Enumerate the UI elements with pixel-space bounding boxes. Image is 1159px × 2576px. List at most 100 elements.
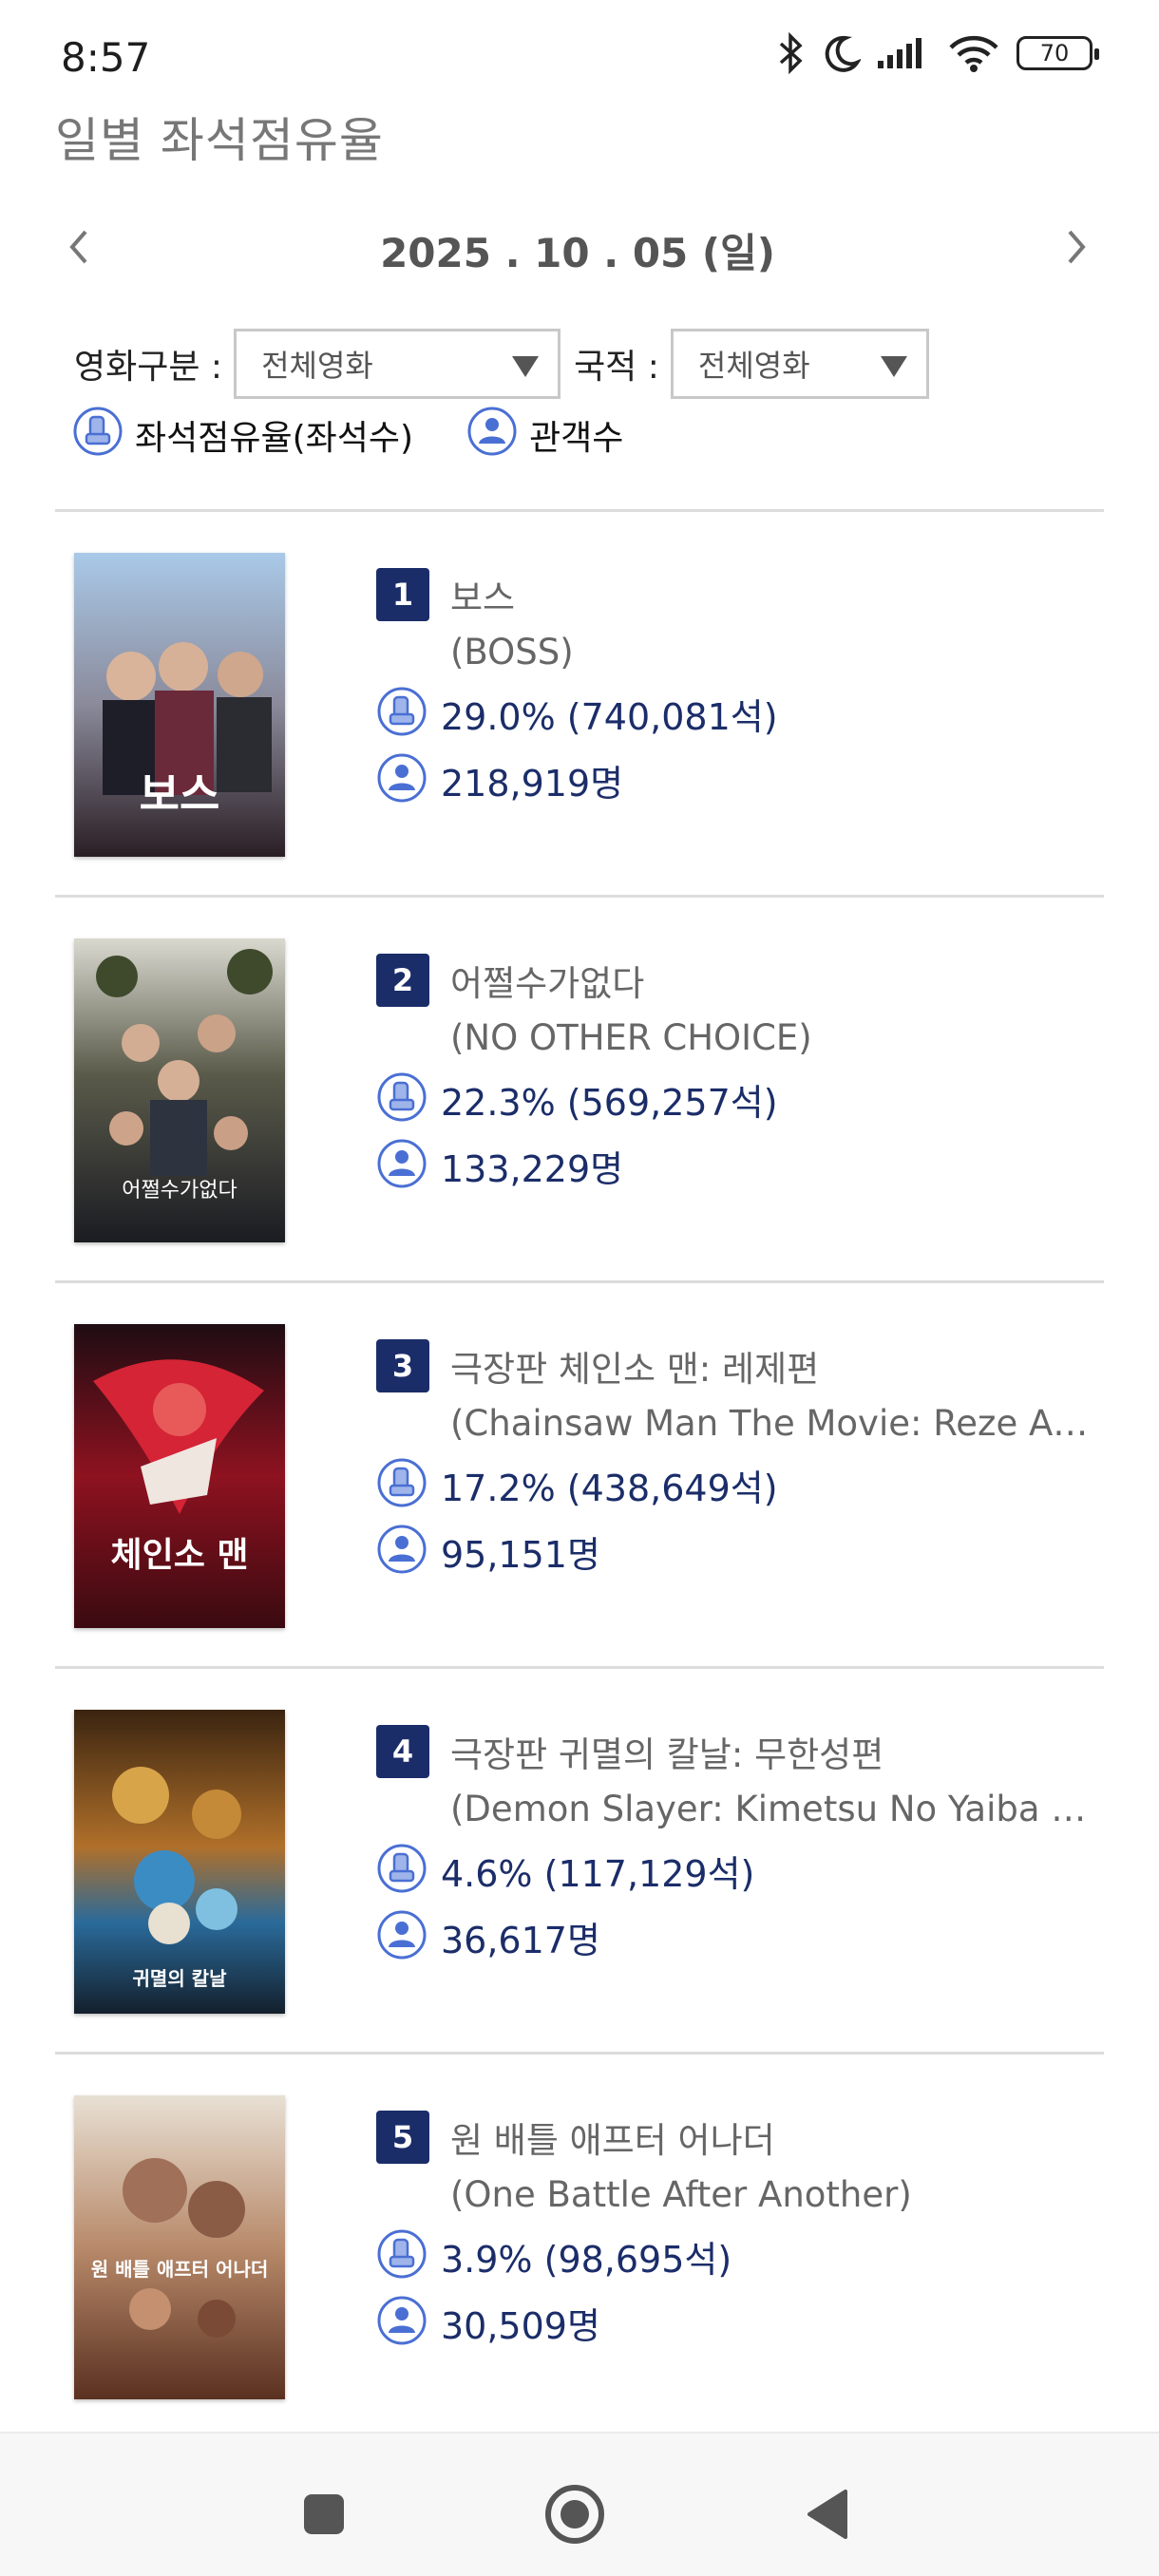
divider bbox=[55, 895, 1104, 898]
movie-poster[interactable]: 귀멸의 칼날 bbox=[74, 1710, 285, 2014]
rank-row: 2 어쩔수가없다 bbox=[376, 952, 1117, 1009]
divider bbox=[55, 1666, 1104, 1669]
page-title: 일별 좌석점유율 bbox=[55, 113, 384, 168]
recent-apps-button[interactable] bbox=[291, 2481, 357, 2548]
movie-title-korean[interactable]: 극장판 체인소 맨: 레제편 bbox=[450, 1340, 819, 1392]
person-icon bbox=[376, 2295, 428, 2350]
legend-audience: 관객수 bbox=[466, 406, 623, 465]
poster-title-text: 체인소 맨 bbox=[110, 1536, 248, 1575]
seat-share-value: 4.6% (117,129석) bbox=[441, 1852, 755, 1895]
legend-audience-label: 관객수 bbox=[529, 419, 624, 458]
movie-info: 3 극장판 체인소 맨: 레제편 (Chainsaw Man The Movie… bbox=[376, 1337, 1117, 1584]
movie-poster[interactable]: 체인소 맨 bbox=[74, 1324, 285, 1628]
square-icon bbox=[304, 2494, 344, 2534]
status-time: 8:57 bbox=[61, 34, 151, 81]
movie-title-english: (One Battle After Another) bbox=[450, 2174, 912, 2215]
movie-title-korean[interactable]: 원 배틀 애프터 어나더 bbox=[450, 2112, 775, 2163]
poster-title-text: 보스 bbox=[140, 768, 220, 820]
seat-icon bbox=[376, 1071, 428, 1127]
battery-level: 70 bbox=[1039, 40, 1070, 66]
movie-title-english: (NO OTHER CHOICE) bbox=[450, 1017, 812, 1058]
signal-icon bbox=[878, 38, 922, 68]
seat-icon bbox=[376, 686, 428, 741]
rank-row: 4 극장판 귀멸의 칼날: 무한성편 bbox=[376, 1723, 1117, 1780]
poster-title-text: 귀멸의 칼날 bbox=[133, 1967, 228, 1990]
audience-value: 36,617명 bbox=[441, 1919, 600, 1961]
divider bbox=[55, 509, 1104, 512]
filter-bar: 영화구분 : 전체영화 국적 : 전체영화 bbox=[74, 329, 929, 399]
system-navigation-bar bbox=[0, 2432, 1159, 2576]
genre-select-value: 전체영화 bbox=[261, 348, 373, 384]
rank-badge: 3 bbox=[376, 1339, 429, 1392]
audience-row: 95,151명 bbox=[376, 1518, 1117, 1584]
home-button[interactable] bbox=[542, 2481, 608, 2548]
genre-filter-label: 영화구분 : bbox=[74, 348, 223, 387]
movie-item-1[interactable]: 보스 1 보스 (BOSS) 29.0% (740,081석) 218,919명 bbox=[55, 513, 1104, 893]
seat-share-value: 22.3% (569,257석) bbox=[441, 1081, 778, 1124]
rank-badge: 1 bbox=[376, 568, 429, 621]
bluetooth-icon bbox=[779, 32, 803, 74]
movie-item-2[interactable]: 어쩔수가없다 2 어쩔수가없다 (NO OTHER CHOICE) 22.3% … bbox=[55, 899, 1104, 1279]
movie-title-korean[interactable]: 어쩔수가없다 bbox=[450, 955, 644, 1006]
status-icons: 70 bbox=[777, 32, 1099, 74]
current-date: 2025 . 10 . 05 (일) bbox=[380, 230, 775, 276]
movie-poster[interactable]: 어쩔수가없다 bbox=[74, 938, 285, 1242]
next-date-button[interactable] bbox=[1053, 223, 1100, 271]
movie-info: 2 어쩔수가없다 (NO OTHER CHOICE) 22.3% (569,25… bbox=[376, 952, 1117, 1199]
person-icon bbox=[376, 1909, 428, 1964]
date-navigator: 2025 . 10 . 05 (일) bbox=[55, 214, 1100, 280]
audience-row: 36,617명 bbox=[376, 1904, 1117, 1970]
person-icon bbox=[376, 1138, 428, 1193]
genre-select[interactable]: 전체영화 bbox=[234, 329, 561, 399]
audience-value: 95,151명 bbox=[441, 1533, 600, 1576]
dropdown-arrow-icon bbox=[512, 356, 540, 377]
seat-share-value: 3.9% (98,695석) bbox=[441, 2238, 732, 2281]
legend-seat-share-label: 좌석점유율(좌석수) bbox=[135, 419, 414, 458]
movie-title-korean[interactable]: 극장판 귀멸의 칼날: 무한성편 bbox=[450, 1726, 884, 1777]
movie-item-5[interactable]: 원 배틀 애프터 어나더 5 원 배틀 애프터 어나더 (One Battle … bbox=[55, 2055, 1104, 2435]
rank-row: 1 보스 bbox=[376, 566, 1117, 623]
person-icon bbox=[376, 752, 428, 807]
poster-title-text: 어쩔수가없다 bbox=[122, 1179, 237, 1203]
seat-share-value: 29.0% (740,081석) bbox=[441, 695, 778, 738]
movie-info: 4 극장판 귀멸의 칼날: 무한성편 (Demon Slayer: Kimets… bbox=[376, 1723, 1117, 1970]
nation-select-value: 전체영화 bbox=[697, 348, 810, 384]
do-not-disturb-moon-icon bbox=[825, 35, 861, 72]
movie-title-korean[interactable]: 보스 bbox=[450, 569, 515, 620]
back-triangle-icon bbox=[808, 2490, 847, 2539]
back-button[interactable] bbox=[794, 2481, 861, 2548]
nation-select[interactable]: 전체영화 bbox=[670, 329, 929, 399]
dropdown-arrow-icon bbox=[880, 356, 907, 377]
movie-item-3[interactable]: 체인소 맨 3 극장판 체인소 맨: 레제편 (Chainsaw Man The… bbox=[55, 1284, 1104, 1664]
rank-badge: 4 bbox=[376, 1725, 429, 1778]
wifi-icon bbox=[949, 35, 998, 72]
legend-seat-share: 좌석점유율(좌석수) bbox=[72, 406, 413, 465]
home-circle-icon bbox=[545, 2485, 604, 2544]
person-icon bbox=[466, 406, 518, 465]
seat-share-row: 3.9% (98,695석) bbox=[376, 2223, 1117, 2289]
person-icon bbox=[376, 1524, 428, 1579]
audience-row: 30,509명 bbox=[376, 2289, 1117, 2356]
movie-item-4[interactable]: 귀멸의 칼날 4 극장판 귀멸의 칼날: 무한성편 (Demon Slayer:… bbox=[55, 1670, 1104, 2050]
legend: 좌석점유율(좌석수) 관객수 bbox=[72, 407, 676, 464]
seat-share-row: 22.3% (569,257석) bbox=[376, 1066, 1117, 1132]
divider bbox=[55, 2052, 1104, 2055]
rank-badge: 2 bbox=[376, 954, 429, 1007]
audience-value: 218,919명 bbox=[441, 762, 624, 805]
seat-icon bbox=[376, 1457, 428, 1512]
audience-row: 218,919명 bbox=[376, 747, 1117, 813]
seat-share-row: 17.2% (438,649석) bbox=[376, 1451, 1117, 1518]
rank-row: 3 극장판 체인소 맨: 레제편 bbox=[376, 1337, 1117, 1394]
movie-info: 5 원 배틀 애프터 어나더 (One Battle After Another… bbox=[376, 2109, 1117, 2356]
movie-info: 1 보스 (BOSS) 29.0% (740,081석) 218,919명 bbox=[376, 566, 1117, 813]
movie-title-english: (Demon Slayer: Kimetsu No Yaiba … bbox=[450, 1789, 1087, 1829]
audience-value: 30,509명 bbox=[441, 2304, 600, 2347]
movie-title-english: (BOSS) bbox=[450, 632, 574, 672]
seat-icon bbox=[72, 406, 124, 465]
nation-filter-label: 국적 : bbox=[574, 348, 659, 387]
battery-icon: 70 bbox=[1016, 36, 1099, 70]
movie-poster[interactable]: 원 배틀 애프터 어나더 bbox=[74, 2095, 285, 2399]
poster-title-text: 원 배틀 애프터 어나더 bbox=[91, 2258, 269, 2281]
movie-poster[interactable]: 보스 bbox=[74, 553, 285, 857]
seat-share-value: 17.2% (438,649석) bbox=[441, 1467, 778, 1509]
